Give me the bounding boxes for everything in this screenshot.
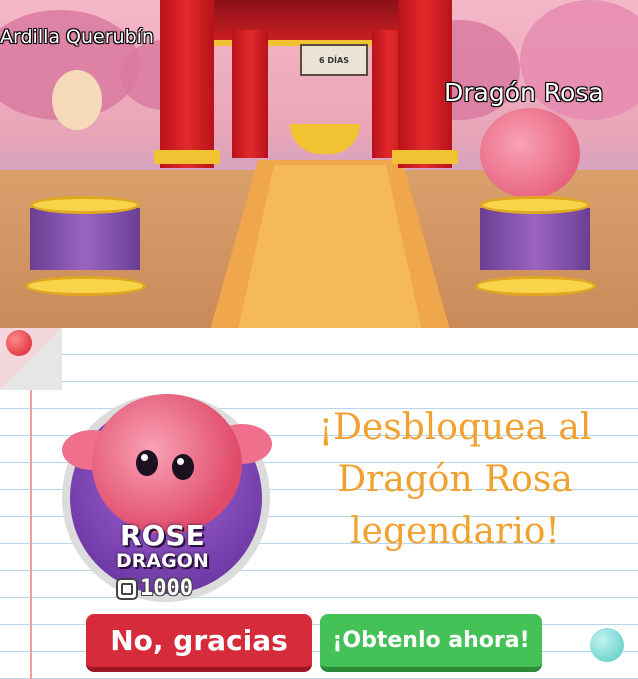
gold-ingot [290,124,360,154]
buy-now-button[interactable]: ¡Obtenlo ahora! [320,614,542,672]
badge-title-line1: ROSE [120,519,205,552]
cherub-squirrel-pet [52,70,102,130]
pillar-base [154,150,220,164]
price-value: 1000 [140,576,193,601]
pet-pedestal-right [474,196,596,296]
game-scene: 6 DÍAS Ardilla Querubín Dragón Rosa [0,0,638,330]
price-tag: 1000 [116,576,193,601]
offer-headline: ¡Desbloquea al Dragón Rosa legendario! [280,402,630,558]
red-pushpin-icon [6,330,32,356]
decline-button[interactable]: No, gracias [86,614,312,672]
countdown-sign: 6 DÍAS [300,44,368,76]
offer-dialog: ROSE DRAGON 1000 ¡Desbloquea al Dragón R… [0,328,638,679]
headline-line-3: legendario! [350,511,560,552]
temple-pillar [160,0,214,168]
rose-dragon-badge: ROSE DRAGON [62,394,272,602]
badge-title: ROSE DRAGON [116,522,209,571]
temple-pillar [232,30,268,158]
pet-nametag-right: Dragón Rosa [444,78,604,107]
pet-pedestal-left [24,196,146,296]
rose-dragon-pet [480,108,580,198]
teal-pushpin-icon [590,628,624,662]
robux-icon [116,577,138,600]
rose-dragon-icon [92,394,242,534]
headline-line-2: Dragón Rosa [337,459,573,500]
pet-nametag-left: Ardilla Querubín [0,26,154,48]
badge-title-line2: DRAGON [116,550,209,572]
headline-line-1: ¡Desbloquea al [318,407,592,448]
pillar-base [392,150,458,164]
